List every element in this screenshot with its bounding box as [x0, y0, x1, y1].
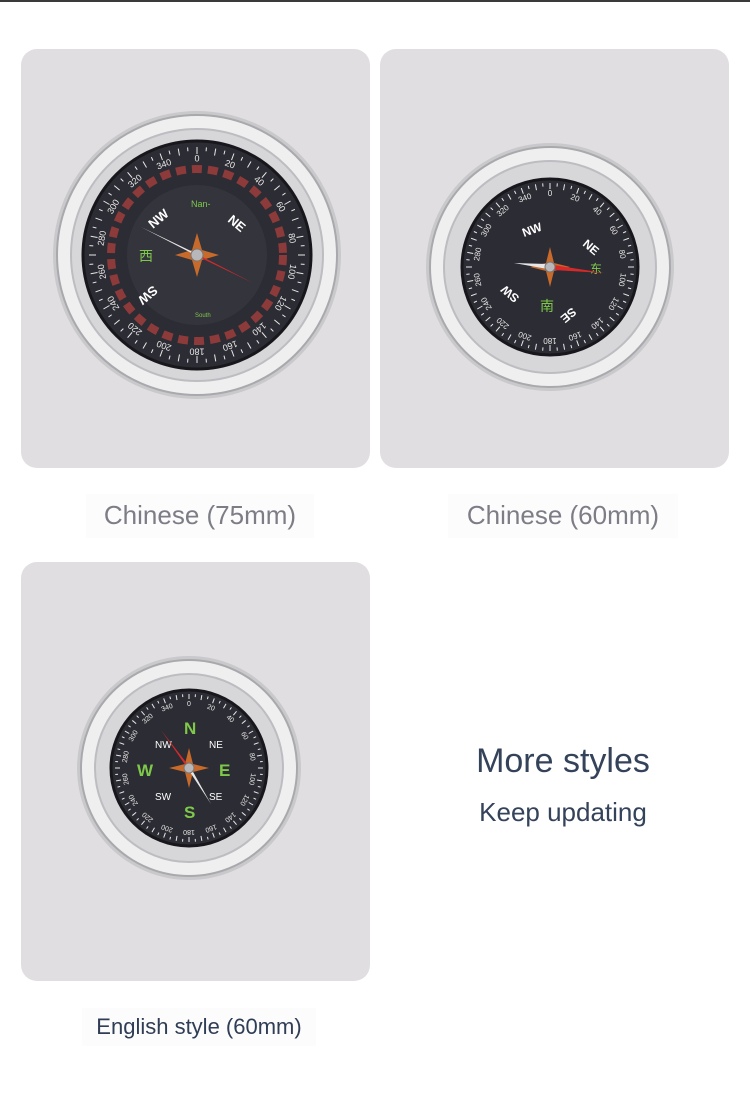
- degree-label: 80: [248, 753, 256, 762]
- tick-mark: [206, 696, 209, 700]
- degree-label: 0: [187, 701, 191, 708]
- compass-image-chinese-60mm: 0 204060801001201401601802002202402602803…: [426, 143, 674, 391]
- product-card-chinese-75mm[interactable]: 0 20 40 60 80 100 120 140 160 180 200 220 240 260 280 3…: [21, 49, 370, 468]
- degree-label: 180: [183, 828, 195, 835]
- compass-image-chinese-75mm: 0 204060801001201401601802002202402602803…: [53, 111, 341, 399]
- product-card-chinese-60mm[interactable]: 0 20 40 60 80 100 120 140 160 180 200 220 240 260 280 3…: [380, 49, 729, 468]
- tick-mark: [117, 785, 121, 788]
- caption-english-60mm: English style (60mm): [82, 1008, 316, 1046]
- top-border: [0, 0, 750, 2]
- compass-body: 0 204060801001201401601802002202402602803…: [53, 111, 341, 399]
- degree-label: 0: [194, 153, 199, 163]
- product-card-english-60mm[interactable]: 0 20 40 60 80 100 120 140 160 180 200 220 240 260 280 3…: [21, 562, 370, 981]
- east-label: E: [219, 761, 230, 780]
- tick-mark: [257, 785, 261, 788]
- tick-mark: [117, 748, 121, 751]
- north-label: Nan-: [191, 199, 211, 209]
- needle-pivot: [190, 248, 204, 262]
- caption-chinese-60mm: Chinese (60mm): [448, 494, 678, 538]
- ne-label: NE: [209, 740, 223, 751]
- se-label: SE: [209, 792, 223, 803]
- compass-body: 0 204060801001201401601802002202402602803…: [77, 656, 301, 880]
- west-char: 西: [139, 248, 153, 264]
- needle-pivot: [183, 762, 195, 774]
- tick-mark: [257, 748, 261, 751]
- caption-chinese-75mm: Chinese (75mm): [86, 494, 314, 538]
- compass-image-english-60mm: 0 204060801001201401601802002202402602803…: [77, 656, 301, 880]
- south-char: 南: [540, 298, 554, 314]
- degree-label: 80: [286, 232, 298, 244]
- keep-updating-subtitle: Keep updating: [479, 797, 647, 827]
- south-label: S: [184, 803, 195, 822]
- tick-mark: [169, 696, 172, 700]
- compass-body: 0 204060801001201401601802002202402602803…: [426, 143, 674, 391]
- needle-pivot: [544, 261, 556, 273]
- north-label: N: [184, 719, 196, 738]
- degree-label: 0: [548, 189, 553, 198]
- degree-label: 180: [543, 336, 557, 345]
- west-label: W: [137, 761, 154, 780]
- tick-mark: [169, 836, 172, 840]
- more-styles-title: More styles: [476, 742, 650, 780]
- east-char: 东: [590, 262, 602, 276]
- south-label: South: [195, 313, 211, 319]
- sw-label: SW: [155, 792, 172, 803]
- tick-mark: [206, 836, 209, 840]
- degree-label: 180: [189, 347, 204, 357]
